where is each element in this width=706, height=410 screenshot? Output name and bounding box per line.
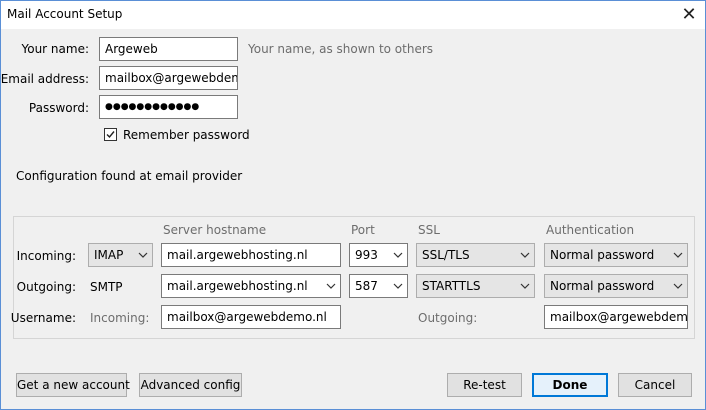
remember-password-checkbox[interactable]: [104, 128, 117, 141]
remember-password-label[interactable]: Remember password: [123, 128, 250, 142]
cancel-button[interactable]: Cancel: [618, 373, 692, 397]
email-label: Email address:: [0, 72, 89, 86]
name-hint: Your name, as shown to others: [248, 42, 434, 56]
title-bar: Mail Account Setup ✕: [1, 1, 705, 29]
chevron-down-icon: [520, 252, 530, 258]
outgoing-auth-select[interactable]: Normal password: [544, 274, 688, 298]
incoming-ssl-value: SSL/TLS: [422, 248, 470, 262]
chevron-down-icon: [673, 283, 683, 289]
incoming-auth-select[interactable]: Normal password: [544, 243, 688, 267]
outgoing-hostname-value: mail.argewebhosting.nl: [167, 279, 308, 293]
header-ssl: SSL: [418, 223, 440, 237]
chevron-down-icon: [393, 252, 403, 258]
header-port: Port: [351, 223, 375, 237]
password-input[interactable]: ●●●●●●●●●●●●: [99, 95, 238, 119]
password-label: Password:: [28, 101, 89, 115]
chevron-down-icon: [326, 283, 336, 289]
close-icon[interactable]: ✕: [677, 3, 701, 27]
incoming-protocol-value: IMAP: [94, 248, 124, 262]
username-label: Username:: [10, 311, 76, 325]
outgoing-ssl-value: STARTTLS: [422, 279, 481, 293]
header-server-hostname: Server hostname: [163, 223, 267, 237]
checkmark-icon: [106, 131, 115, 139]
incoming-username-input[interactable]: mailbox@argewebdemo.nl: [161, 305, 341, 329]
mail-account-setup-dialog: Mail Account Setup ✕ Your name: Argeweb …: [0, 0, 706, 410]
outgoing-port-select[interactable]: 587: [349, 274, 408, 298]
name-label: Your name:: [21, 42, 89, 56]
name-input[interactable]: Argeweb: [99, 37, 238, 61]
outgoing-username-input[interactable]: mailbox@argewebdemo.nl: [544, 305, 688, 329]
chevron-down-icon: [138, 252, 148, 258]
incoming-port-select[interactable]: 993: [349, 243, 408, 267]
retest-button[interactable]: Re-test: [447, 373, 522, 397]
outgoing-hostname-select[interactable]: mail.argewebhosting.nl: [161, 274, 341, 298]
outgoing-protocol: SMTP: [90, 280, 123, 294]
outgoing-label: Outgoing:: [16, 280, 76, 294]
incoming-port-value: 993: [355, 248, 378, 262]
incoming-protocol-select[interactable]: IMAP: [88, 243, 153, 267]
incoming-hostname-input[interactable]: mail.argewebhosting.nl: [161, 243, 341, 267]
chevron-down-icon: [520, 283, 530, 289]
outgoing-ssl-select[interactable]: STARTTLS: [416, 274, 535, 298]
email-input[interactable]: mailbox@argewebdemo: [99, 66, 238, 90]
header-authentication: Authentication: [546, 223, 635, 237]
get-new-account-button[interactable]: Get a new account: [16, 373, 130, 397]
incoming-ssl-select[interactable]: SSL/TLS: [416, 243, 535, 267]
config-status-text: Configuration found at email provider: [16, 169, 243, 183]
incoming-auth-value: Normal password: [550, 248, 655, 262]
outgoing-auth-value: Normal password: [550, 279, 655, 293]
chevron-down-icon: [393, 283, 403, 289]
window-title: Mail Account Setup: [7, 7, 123, 21]
username-outgoing-label: Outgoing:: [418, 311, 478, 325]
chevron-down-icon: [673, 252, 683, 258]
incoming-label: Incoming:: [16, 249, 76, 263]
advanced-config-button[interactable]: Advanced config: [139, 373, 242, 397]
done-button[interactable]: Done: [532, 373, 608, 397]
username-incoming-label: Incoming:: [90, 311, 150, 325]
outgoing-port-value: 587: [355, 279, 378, 293]
